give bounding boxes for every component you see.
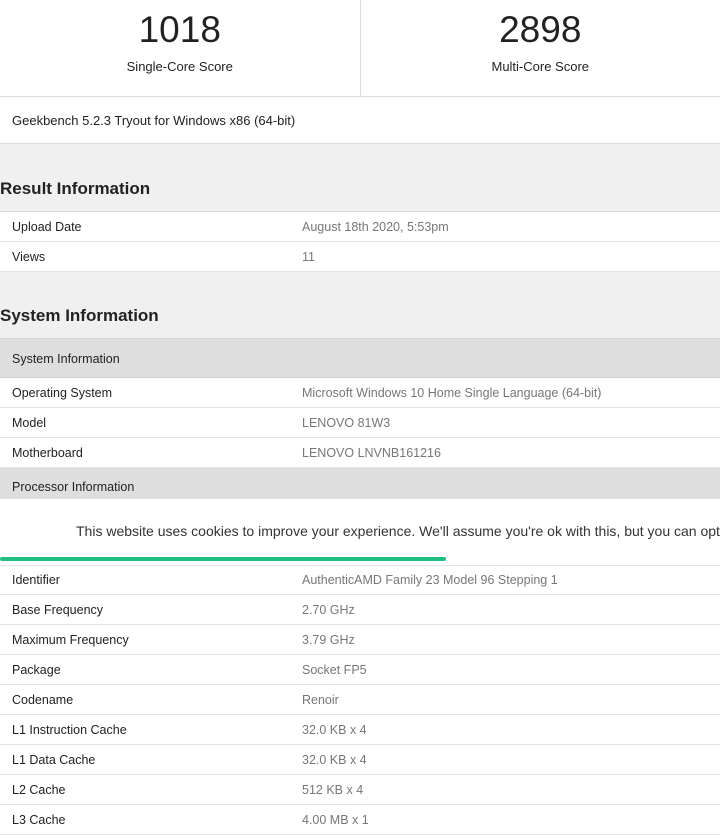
- group-header-processor: Processor Information: [0, 468, 720, 501]
- row-value: LENOVO LNVNB161216: [302, 446, 441, 460]
- group-header-system: System Information: [0, 339, 720, 378]
- row-value: 2.70 GHz: [302, 603, 355, 617]
- row-value: 11: [302, 250, 315, 264]
- cookie-banner: This website uses cookies to improve you…: [0, 499, 720, 566]
- table-row: Views 11: [0, 242, 720, 272]
- row-value: 3.79 GHz: [302, 633, 355, 647]
- row-key: Maximum Frequency: [12, 633, 129, 647]
- table-row: Maximum Frequency 3.79 GHz: [0, 625, 720, 655]
- row-value: AuthenticAMD Family 23 Model 96 Stepping…: [302, 573, 558, 587]
- row-value: LENOVO 81W3: [302, 416, 391, 430]
- processor-information-table: Identifier AuthenticAMD Family 23 Model …: [0, 565, 720, 835]
- table-row: Codename Renoir: [0, 685, 720, 715]
- multi-core-score-value: 2898: [499, 9, 582, 50]
- score-header: 1018 Single-Core Score 2898 Multi-Core S…: [0, 0, 720, 97]
- table-row: L3 Cache 4.00 MB x 1: [0, 805, 720, 835]
- row-key: Upload Date: [12, 220, 82, 234]
- row-key: Identifier: [12, 573, 60, 587]
- result-information-title: Result Information: [0, 179, 151, 198]
- version-row: Geekbench 5.2.3 Tryout for Windows x86 (…: [0, 97, 720, 144]
- multi-core-score-label: Multi-Core Score: [491, 59, 590, 74]
- row-key: Base Frequency: [12, 603, 104, 617]
- table-row: Upload Date August 18th 2020, 5:53pm: [0, 212, 720, 242]
- row-value: 32.0 KB x 4: [302, 753, 367, 767]
- row-key: L3 Cache: [12, 813, 66, 827]
- single-core-score-label: Single-Core Score: [126, 59, 233, 74]
- row-key: Views: [12, 250, 46, 264]
- table-row: Base Frequency 2.70 GHz: [0, 595, 720, 625]
- row-key: Operating System: [12, 386, 113, 400]
- multi-core-score-box: 2898 Multi-Core Score: [359, 0, 720, 96]
- table-row: Motherboard LENOVO LNVNB161216: [0, 438, 720, 468]
- system-information-title: System Information: [0, 306, 159, 325]
- single-core-score-box: 1018 Single-Core Score: [0, 0, 360, 96]
- row-key: Codename: [12, 693, 74, 707]
- table-row: Operating System Microsoft Windows 10 Ho…: [0, 378, 720, 408]
- version-text: Geekbench 5.2.3 Tryout for Windows x86 (…: [12, 113, 296, 128]
- row-value: Renoir: [302, 693, 339, 707]
- row-key: Model: [12, 416, 47, 430]
- cookie-banner-text: This website uses cookies to improve you…: [76, 523, 720, 539]
- group-header-label: System Information: [12, 352, 120, 366]
- row-value: 4.00 MB x 1: [302, 813, 369, 827]
- row-key: L1 Instruction Cache: [12, 723, 127, 737]
- result-information-table: Upload Date August 18th 2020, 5:53pm Vie…: [0, 211, 720, 272]
- row-key: L1 Data Cache: [12, 753, 96, 767]
- table-row: L2 Cache 512 KB x 4: [0, 775, 720, 805]
- table-row: L1 Instruction Cache 32.0 KB x 4: [0, 715, 720, 745]
- row-key: L2 Cache: [12, 783, 66, 797]
- table-row: Identifier AuthenticAMD Family 23 Model …: [0, 565, 720, 595]
- row-key: Motherboard: [12, 446, 83, 460]
- row-value: 512 KB x 4: [302, 783, 364, 797]
- system-information-table: System Information Operating System Micr…: [0, 338, 720, 501]
- page: 1018 Single-Core Score 2898 Multi-Core S…: [0, 0, 720, 835]
- table-row: L1 Data Cache 32.0 KB x 4: [0, 745, 720, 775]
- group-header-label: Processor Information: [12, 480, 135, 494]
- single-core-score-value: 1018: [138, 9, 221, 50]
- row-value: August 18th 2020, 5:53pm: [302, 220, 449, 234]
- row-value: 32.0 KB x 4: [302, 723, 367, 737]
- table-row: Model LENOVO 81W3: [0, 408, 720, 438]
- row-key: Package: [12, 663, 61, 677]
- table-row: Package Socket FP5: [0, 655, 720, 685]
- row-value: Microsoft Windows 10 Home Single Languag…: [302, 386, 602, 400]
- cookie-banner-progress-bar: [0, 557, 446, 561]
- row-value: Socket FP5: [302, 663, 367, 677]
